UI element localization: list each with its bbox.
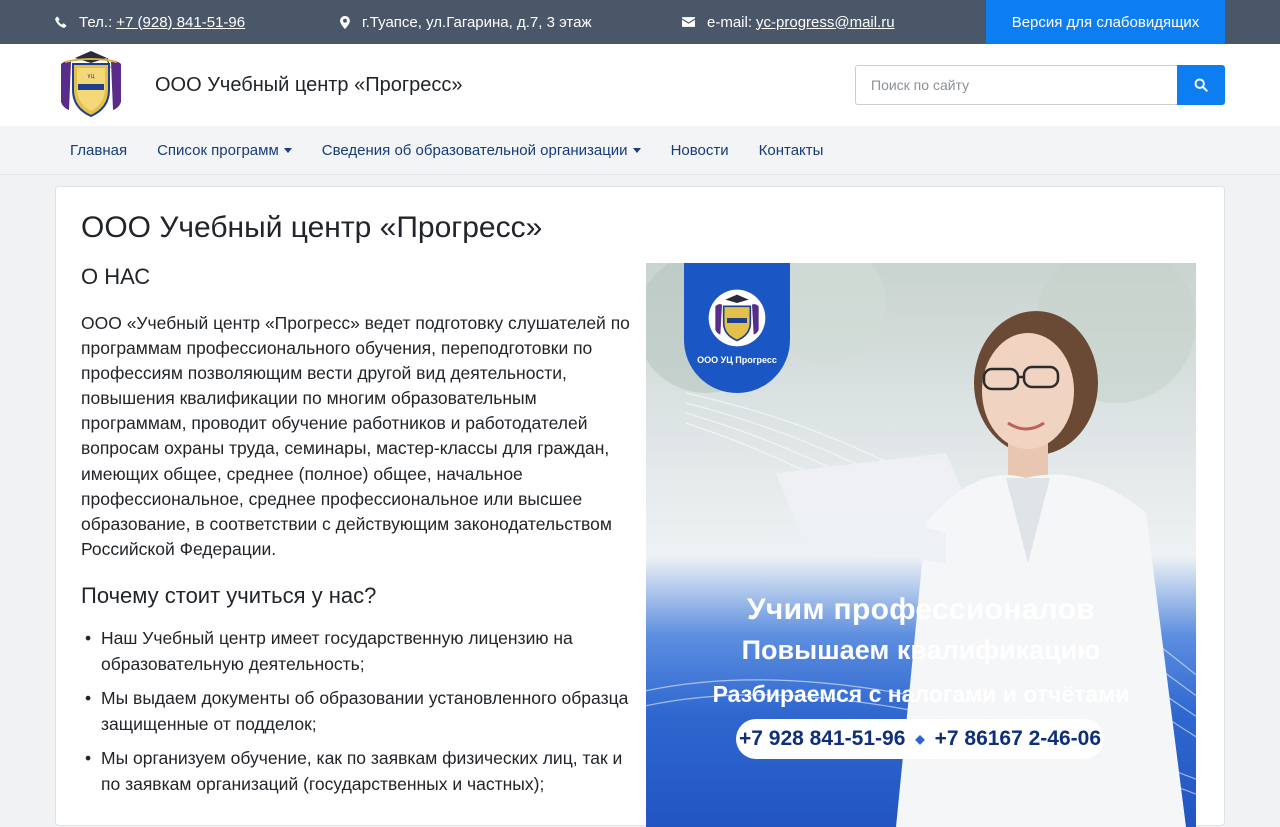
caret-down-icon xyxy=(632,148,641,153)
top-bar: Тел.: +7 (928) 841-51-96 г.Туапсе, ул.Га… xyxy=(0,0,1280,44)
banner-headline: Учим профессионалов xyxy=(746,593,1096,626)
address-contact: г.Туапсе, ул.Гагарина, д.7, 3 этаж xyxy=(340,0,592,44)
phone-contact: Тел.: +7 (928) 841-51-96 xyxy=(55,0,245,44)
main-nav: Главная Список программ Сведения об обра… xyxy=(0,126,1280,175)
site-logo[interactable]: УЦ xyxy=(55,48,127,120)
page-title: ООО Учебный центр «Прогресс» xyxy=(81,211,543,244)
phone-icon xyxy=(55,16,67,28)
content-card: ООО Учебный центр «Прогресс» О НАС ООО «… xyxy=(55,186,1225,827)
ribbon-logo xyxy=(708,289,766,347)
nav-item-label: Главная xyxy=(70,142,128,159)
svg-text:УЦ: УЦ xyxy=(88,74,95,80)
nav-item-label: Список программ xyxy=(157,142,279,159)
email-prefix: e-mail: xyxy=(707,13,753,31)
why-heading: Почему стоит учиться у нас? xyxy=(81,583,377,608)
nav-item-contacts[interactable]: Контакты xyxy=(744,142,839,159)
about-heading: О НАС xyxy=(81,264,151,289)
list-item: Мы организуем обучение, как по заявкам ф… xyxy=(81,746,641,797)
banner-phones: +7 928 841-51-96 ◆ +7 86167 2-46-06 xyxy=(736,719,1104,759)
email-contact: e-mail: yc-progress@mail.ru xyxy=(682,0,895,44)
banner-subheadline: Повышаем квалификацию xyxy=(741,635,1101,665)
site-title[interactable]: ООО Учебный центр «Прогресс» xyxy=(155,74,463,97)
nav-item-label: Контакты xyxy=(758,142,824,159)
nav-item-home[interactable]: Главная xyxy=(55,142,142,159)
phone-link[interactable]: +7 (928) 841-51-96 xyxy=(116,14,245,31)
nav-item-label: Сведения об образовательной организации xyxy=(321,142,628,159)
banner-phone-1: +7 928 841-51-96 xyxy=(738,727,906,750)
search-button[interactable] xyxy=(1177,65,1225,105)
list-item: Мы выдаем документы об образовании устан… xyxy=(81,686,641,737)
diamond-separator-icon: ◆ xyxy=(915,732,925,746)
nav-item-label: Новости xyxy=(670,142,729,159)
caret-down-icon xyxy=(283,148,292,153)
accessibility-version-button[interactable]: Версия для слабовидящих xyxy=(986,0,1225,44)
email-link[interactable]: yc-progress@mail.ru xyxy=(756,14,895,31)
address-text: г.Туапсе, ул.Гагарина, д.7, 3 этаж xyxy=(362,13,592,31)
banner-phone-2: +7 86167 2-46-06 xyxy=(934,727,1101,750)
site-header: УЦ ООО Учебный центр «Прогресс» xyxy=(0,44,1280,126)
nav-item-news[interactable]: Новости xyxy=(656,142,744,159)
search-icon xyxy=(1194,78,1208,92)
list-item: Наш Учебный центр имеет государственную … xyxy=(81,626,641,677)
nav-item-programs[interactable]: Список программ xyxy=(142,142,307,159)
promo-banner: ООО УЦ Прогресс Учим профессионалов Повы… xyxy=(646,263,1196,827)
why-list: Наш Учебный центр имеет государственную … xyxy=(81,626,641,806)
org-ribbon: ООО УЦ Прогресс xyxy=(684,263,790,393)
map-marker-icon xyxy=(340,15,350,29)
about-paragraph: ООО «Учебный центр «Прогресс» ведет подг… xyxy=(81,313,630,559)
banner-tagline: Разбираемся с налогами и отчётами xyxy=(712,681,1130,707)
nav-item-org-info[interactable]: Сведения об образовательной организации xyxy=(307,142,656,159)
search-input[interactable] xyxy=(855,65,1178,105)
envelope-icon xyxy=(682,17,695,27)
phone-prefix: Тел.: xyxy=(79,13,113,31)
ribbon-org-label: ООО УЦ Прогресс xyxy=(697,355,777,365)
